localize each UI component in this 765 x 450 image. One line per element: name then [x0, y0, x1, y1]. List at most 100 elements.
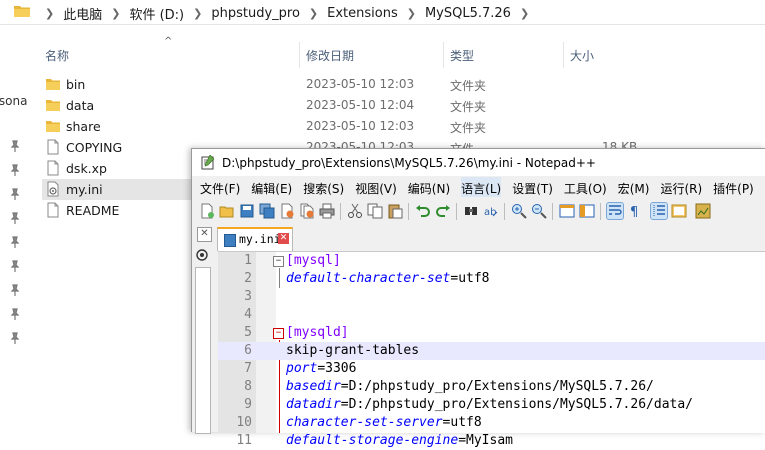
- notepad-plus-plus-icon: [201, 155, 215, 170]
- pin-icon[interactable]: [9, 140, 21, 152]
- indent-guide-icon[interactable]: [650, 202, 668, 220]
- menu-file[interactable]: 文件(F): [200, 177, 240, 197]
- fold-collapse-icon[interactable]: −: [273, 328, 284, 339]
- replace-icon[interactable]: ab: [483, 203, 499, 219]
- undo-icon[interactable]: [415, 203, 431, 219]
- pin-icon[interactable]: [9, 260, 21, 272]
- zoom-out-icon[interactable]: [531, 203, 547, 219]
- scrollbar[interactable]: [195, 267, 211, 434]
- menu-language[interactable]: 语言(L): [461, 177, 502, 197]
- language-udl-icon[interactable]: [671, 203, 687, 219]
- tab-close-icon[interactable]: ✕: [278, 233, 289, 244]
- plain-text: skip-grant-tables: [286, 343, 420, 358]
- save-icon[interactable]: [239, 203, 255, 219]
- ini-key: character-set-server: [286, 415, 443, 430]
- sync-vertical-icon[interactable]: [559, 203, 575, 219]
- new-file-icon[interactable]: [199, 203, 215, 219]
- file-date: 2023-05-10 12:04: [306, 98, 415, 112]
- pin-icon[interactable]: [9, 188, 21, 200]
- document-map-icon[interactable]: [695, 203, 711, 219]
- code-line[interactable]: 2 default-character-set=utf8: [218, 270, 765, 288]
- ini-value: MyIsam: [466, 433, 513, 448]
- section-header: [mysqld]: [286, 325, 349, 340]
- fold-collapse-icon[interactable]: −: [273, 256, 284, 267]
- menu-plugins[interactable]: 插件(P): [713, 177, 754, 197]
- file-icon: [47, 160, 59, 176]
- code-line-current[interactable]: 6 skip-grant-tables: [218, 342, 765, 360]
- paste-icon[interactable]: [387, 203, 403, 219]
- breadcrumb-item[interactable]: 此电脑: [63, 4, 102, 23]
- menu-macro[interactable]: 宏(M): [618, 177, 650, 197]
- toolbar-separator: [408, 203, 409, 220]
- pin-icon[interactable]: [9, 236, 21, 248]
- save-all-icon[interactable]: [259, 203, 275, 219]
- breadcrumb-item[interactable]: 软件 (D:): [129, 4, 184, 23]
- menu-settings[interactable]: 设置(T): [512, 177, 553, 197]
- ini-file-icon: [47, 181, 59, 197]
- list-item[interactable]: bin 2023-05-10 12:03 文件夹: [42, 74, 765, 95]
- breadcrumb-item[interactable]: Extensions: [327, 6, 398, 21]
- code-line[interactable]: 5 − [mysqld]: [218, 324, 765, 342]
- ini-value: utf8: [450, 415, 482, 430]
- target-icon[interactable]: [196, 249, 208, 261]
- find-icon[interactable]: [463, 203, 479, 219]
- code-editor[interactable]: 1 − [mysql] 2 default-character-set=utf8…: [218, 251, 765, 448]
- open-file-icon[interactable]: [219, 203, 235, 219]
- address-bar[interactable]: ❯ 此电脑 ❯ 软件 (D:) ❯ phpstudy_pro ❯ Extensi…: [0, 0, 765, 25]
- pin-icon[interactable]: [9, 332, 21, 344]
- nav-pane-item[interactable]: rsona: [0, 94, 28, 108]
- list-item-selected[interactable]: my.ini: [42, 179, 192, 200]
- redo-icon[interactable]: [435, 203, 451, 219]
- menu-view[interactable]: 视图(V): [355, 177, 397, 197]
- print-icon[interactable]: [319, 203, 335, 219]
- close-file-icon[interactable]: [279, 203, 295, 219]
- menu-run[interactable]: 运行(R): [660, 177, 702, 197]
- window-title: D:\phpstudy_pro\Extensions\MySQL5.7.26\m…: [222, 156, 596, 170]
- column-header-date[interactable]: 修改日期: [306, 47, 354, 64]
- list-item[interactable]: data 2023-05-10 12:04 文件夹: [42, 95, 765, 116]
- menu-encoding[interactable]: 编码(N): [408, 177, 450, 197]
- column-divider[interactable]: [563, 42, 564, 68]
- code-line[interactable]: 1 − [mysql]: [218, 252, 765, 270]
- saved-file-icon: [224, 234, 236, 247]
- code-line[interactable]: 11 default-storage-engine=MyIsam: [218, 432, 765, 450]
- cut-icon[interactable]: [347, 203, 363, 219]
- line-number: 10: [236, 415, 252, 430]
- column-header-size[interactable]: 大小: [570, 47, 594, 64]
- column-header-name[interactable]: 名称: [45, 47, 69, 64]
- pin-icon[interactable]: [9, 308, 21, 320]
- column-divider[interactable]: [443, 42, 444, 68]
- menu-tools[interactable]: 工具(O): [564, 177, 607, 197]
- zoom-in-icon[interactable]: [511, 203, 527, 219]
- code-line[interactable]: 4: [218, 306, 765, 324]
- column-header-type[interactable]: 类型: [450, 47, 474, 64]
- copy-icon[interactable]: [367, 203, 383, 219]
- code-line[interactable]: 3: [218, 288, 765, 306]
- line-number: 5: [244, 325, 252, 340]
- sync-horizontal-icon[interactable]: [579, 203, 595, 219]
- pin-icon[interactable]: [9, 284, 21, 296]
- pin-icon[interactable]: [9, 164, 21, 176]
- show-all-chars-icon[interactable]: ¶: [627, 203, 643, 219]
- notepad-plus-plus-window[interactable]: D:\phpstudy_pro\Extensions\MySQL5.7.26\m…: [191, 148, 765, 448]
- folder-icon: [14, 6, 30, 17]
- close-icon[interactable]: ✕: [197, 227, 212, 242]
- title-bar[interactable]: D:\phpstudy_pro\Extensions\MySQL5.7.26\m…: [192, 149, 765, 176]
- file-type: 文件夹: [450, 100, 487, 114]
- tab-my-ini[interactable]: my.ini ✕: [217, 227, 293, 251]
- menu-edit[interactable]: 编辑(E): [251, 177, 292, 197]
- pin-icon[interactable]: [9, 212, 21, 224]
- code-line[interactable]: 10 character-set-server=utf8: [218, 414, 765, 432]
- word-wrap-icon[interactable]: [606, 202, 624, 220]
- svg-text:¶: ¶: [630, 205, 638, 219]
- column-divider[interactable]: [299, 42, 300, 68]
- line-number: 7: [244, 361, 252, 376]
- breadcrumb-item[interactable]: MySQL5.7.26: [425, 6, 511, 21]
- list-item[interactable]: share 2023-05-10 12:03 文件夹: [42, 116, 765, 137]
- breadcrumb-item[interactable]: phpstudy_pro: [211, 6, 300, 21]
- code-line[interactable]: 7 port=3306: [218, 360, 765, 378]
- code-line[interactable]: 9 datadir=D:/phpstudy_pro/Extensions/MyS…: [218, 396, 765, 414]
- menu-search[interactable]: 搜索(S): [303, 177, 344, 197]
- close-all-icon[interactable]: [299, 203, 315, 219]
- code-line[interactable]: 8 basedir=D:/phpstudy_pro/Extensions/MyS…: [218, 378, 765, 396]
